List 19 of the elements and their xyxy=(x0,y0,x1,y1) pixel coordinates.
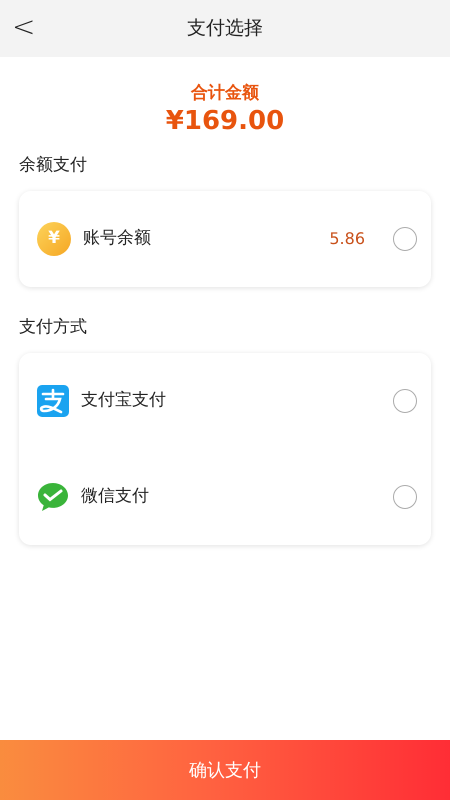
section-title: 余额支付 xyxy=(19,155,87,176)
payment-option[interactable]: 支付宝支付 xyxy=(37,353,417,450)
app-icon xyxy=(37,385,69,418)
payment-option[interactable]: ¥ 账号余额 5.86 xyxy=(37,191,417,288)
coin-icon: ¥ xyxy=(37,222,71,256)
option-label: 支付宝支付 xyxy=(81,389,167,412)
radio-button[interactable] xyxy=(393,485,417,510)
total-amount: ¥169.00 xyxy=(166,106,284,136)
payment-option[interactable]: 微信支付 xyxy=(37,449,417,546)
option-label: 账号余额 xyxy=(83,227,152,250)
total-label: 合计金额 xyxy=(190,82,260,105)
radio-button[interactable] xyxy=(393,227,417,252)
radio-button[interactable] xyxy=(393,389,417,414)
back-button[interactable]: < xyxy=(8,8,40,46)
option-label: 微信支付 xyxy=(81,485,150,508)
section-title: 支付方式 xyxy=(19,317,87,338)
chat-check-icon xyxy=(37,482,69,512)
balance-value: 5.86 xyxy=(329,228,365,250)
page-title: 支付选择 xyxy=(187,16,263,42)
